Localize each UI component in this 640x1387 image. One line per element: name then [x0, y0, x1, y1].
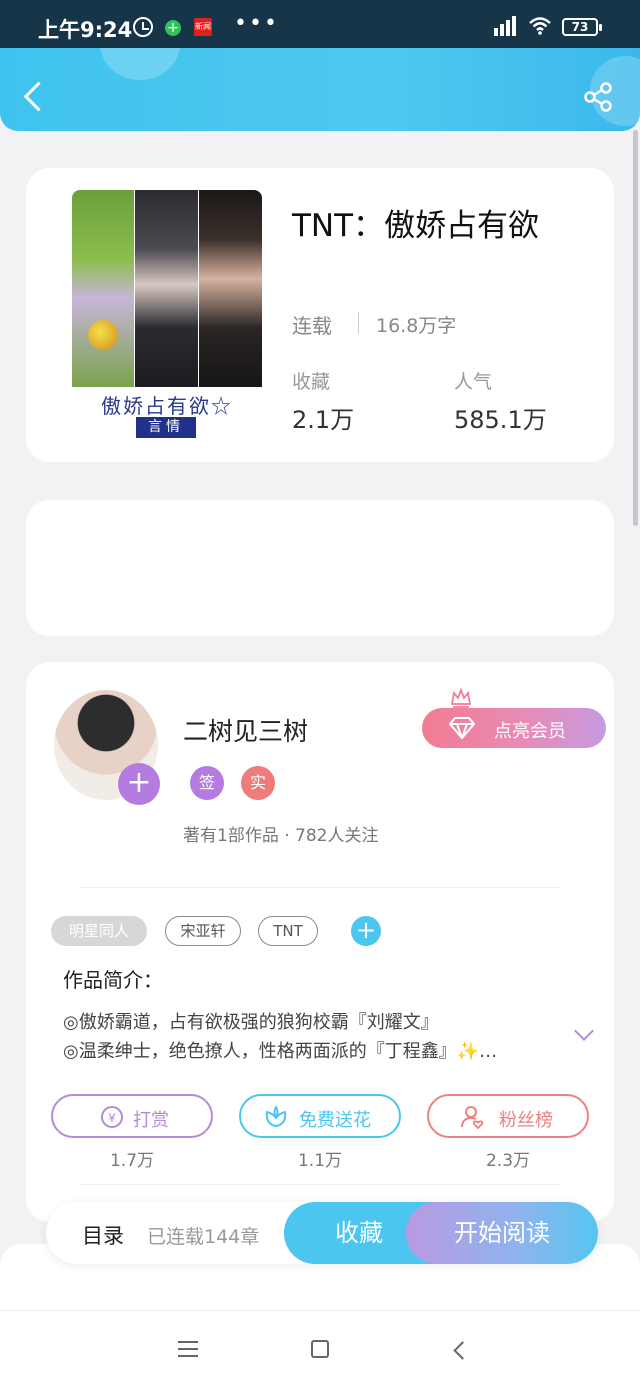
intro-line: ◎温柔绅士，绝色撩人，性格两面派的『丁程鑫』✨…	[63, 1041, 498, 1062]
menu-icon[interactable]	[178, 1341, 198, 1357]
popularity-label: 人气	[454, 371, 493, 393]
empty-card	[26, 500, 614, 636]
tag-category[interactable]: 明星同人	[51, 916, 147, 946]
fan-user-icon	[459, 1104, 485, 1130]
share-icon[interactable]	[582, 81, 616, 113]
status-time: 上午9:24	[38, 18, 133, 42]
intro-line: ◎傲娇霸道，占有欲极强的狼狗校霸『刘耀文』	[63, 1012, 439, 1033]
toc-button[interactable]: 目录	[82, 1220, 124, 1250]
book-info-card: 傲娇占有欲☆ 言情 TNT：傲娇占有欲 连载 16.8万字 收藏 2.1万 人气…	[26, 168, 614, 462]
signal-icon	[494, 14, 518, 36]
fan-ranking-count: 2.3万	[485, 1151, 531, 1171]
chapter-count: 已连载144章	[147, 1226, 260, 1248]
fan-ranking-label: 粉丝榜	[499, 1110, 553, 1131]
cover-photo-left	[72, 190, 134, 387]
add-tag-button[interactable]: +	[351, 916, 381, 946]
cover-title: 傲娇占有欲☆	[101, 394, 233, 418]
flower-icon	[263, 1104, 289, 1130]
fan-ranking-button[interactable]: 粉丝榜	[427, 1094, 589, 1138]
status-bar: 上午9:24 + 新闻 ••• 73	[0, 0, 640, 48]
divider	[80, 887, 560, 888]
tag-song-yaxuan[interactable]: 宋亚轩	[165, 916, 241, 946]
crown-icon	[450, 687, 472, 708]
book-cover[interactable]: 傲娇占有欲☆ 言情	[72, 190, 262, 440]
favorites-label: 收藏	[292, 371, 331, 393]
yen-coin-icon: ¥	[99, 1104, 125, 1130]
popularity-value: 585.1万	[454, 406, 547, 434]
cover-photo-right	[199, 190, 262, 387]
verified-badge: 实	[241, 766, 275, 800]
book-title: TNT：傲娇占有欲	[292, 208, 540, 244]
decor-bubble	[100, 48, 180, 80]
diamond-icon	[448, 717, 476, 739]
send-flower-button[interactable]: 免费送花	[239, 1094, 401, 1138]
follow-plus-button[interactable]: +	[118, 763, 160, 805]
chevron-down-icon[interactable]	[573, 1024, 595, 1046]
vip-button-label: 点亮会员	[494, 721, 566, 742]
system-nav-bar	[0, 1310, 640, 1387]
news-app-icon: 新闻	[194, 18, 212, 36]
plus-circle-icon: +	[165, 20, 181, 36]
back-button[interactable]	[22, 80, 46, 112]
reading-bar: 目录 已连载144章 收藏 开始阅读	[46, 1202, 598, 1264]
battery-indicator: 73	[562, 18, 602, 36]
flower-count: 1.1万	[297, 1151, 343, 1171]
author-name[interactable]: 二树见三树	[183, 712, 308, 748]
home-square-icon[interactable]	[311, 1340, 329, 1358]
svg-text:¥: ¥	[108, 1111, 116, 1125]
favorites-value: 2.1万	[292, 406, 355, 434]
more-notifications-icon: •••	[234, 11, 279, 36]
signed-badge: 签	[190, 766, 224, 800]
send-flower-label: 免费送花	[299, 1110, 371, 1131]
scrollbar[interactable]	[633, 130, 638, 526]
wifi-icon	[528, 16, 552, 41]
app-header	[0, 48, 640, 131]
author-card: + 二树见三树 签 实 著有1部作品 · 782人关注 点亮会员 明星同人 宋亚…	[26, 662, 614, 1222]
back-triangle-icon[interactable]	[452, 1341, 468, 1359]
serial-status: 连载	[292, 314, 332, 338]
alarm-icon	[133, 17, 153, 37]
start-reading-button[interactable]: 开始阅读	[406, 1202, 598, 1264]
author-meta: 著有1部作品 · 782人关注	[183, 826, 379, 846]
divider	[80, 1184, 560, 1185]
tag-tnt[interactable]: TNT	[258, 916, 318, 946]
tip-label: 打赏	[133, 1110, 169, 1131]
vip-button[interactable]: 点亮会员	[422, 708, 606, 748]
divider	[358, 312, 359, 334]
cover-genre-tag: 言情	[136, 417, 196, 438]
tip-button[interactable]: ¥ 打赏	[51, 1094, 213, 1138]
tip-count: 1.7万	[109, 1151, 155, 1171]
cover-photo-middle	[135, 190, 198, 387]
intro-label: 作品简介：	[63, 968, 163, 992]
word-count: 16.8万字	[376, 315, 457, 337]
